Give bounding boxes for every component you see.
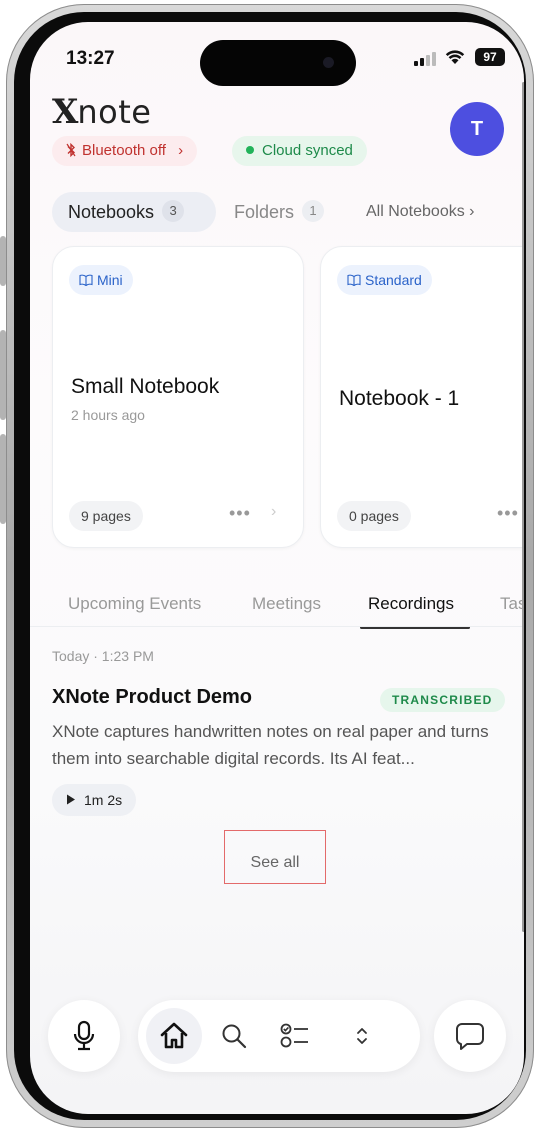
play-icon xyxy=(67,794,75,805)
tab-meetings[interactable]: Meetings xyxy=(252,584,321,624)
cloud-sync-pill: Cloud synced xyxy=(232,136,367,166)
home-button[interactable] xyxy=(146,1008,202,1064)
notebook-type-tag: Standard xyxy=(337,265,432,295)
bluetooth-status-pill[interactable]: Bluetooth off › xyxy=(52,136,198,166)
app-logo: Xnote xyxy=(52,92,152,132)
mic-button[interactable] xyxy=(48,1000,120,1072)
divider xyxy=(30,626,524,627)
sync-dot-icon xyxy=(246,146,254,155)
transcribed-badge: TRANSCRIBED xyxy=(380,688,505,712)
recording-description: XNote captures handwritten notes on real… xyxy=(52,722,489,768)
status-bar: 13:27 97 xyxy=(30,22,524,86)
notebook-title: Small Notebook xyxy=(71,375,220,398)
cloud-sync-label: Cloud synced xyxy=(262,142,353,159)
book-icon xyxy=(79,274,93,287)
scrollbar[interactable] xyxy=(522,82,524,932)
tab-upcoming-events[interactable]: Upcoming Events xyxy=(68,584,201,624)
tab-notebooks[interactable]: Notebooks 3 xyxy=(52,192,216,232)
all-notebooks-link[interactable]: All Notebooks › xyxy=(366,192,475,232)
notebook-page-count: 9 pages xyxy=(69,501,143,531)
play-duration-button[interactable]: 1m 2s xyxy=(52,784,137,816)
side-button xyxy=(0,330,6,420)
tab-folders-label: Folders xyxy=(234,202,295,222)
side-button xyxy=(0,236,6,286)
chat-button[interactable] xyxy=(434,1000,506,1072)
home-icon xyxy=(160,1022,188,1049)
recording-timestamp: Today · 1:23 PM xyxy=(52,648,154,664)
notebook-tabs: Notebooks 3 Folders 1 All Notebooks › xyxy=(52,192,524,232)
bluetooth-off-icon xyxy=(66,142,76,158)
bottom-nav xyxy=(30,990,524,1080)
notebook-type-label: Mini xyxy=(97,272,123,288)
recording-duration: 1m 2s xyxy=(84,792,123,808)
bluetooth-status-label: Bluetooth off xyxy=(82,142,166,159)
mic-icon xyxy=(73,1020,95,1051)
tab-folders[interactable]: Folders 1 xyxy=(234,192,325,232)
recording-title[interactable]: XNote Product Demo xyxy=(52,686,252,709)
notebook-updated: 2 hours ago xyxy=(71,407,145,423)
notebook-card[interactable]: Mini Small Notebook 2 hours ago 9 pages … xyxy=(52,246,304,548)
notebooks-count: 3 xyxy=(162,200,185,223)
chevron-right-icon: › xyxy=(178,142,184,159)
camera-dot xyxy=(323,57,334,68)
dynamic-island xyxy=(200,40,356,86)
book-icon xyxy=(347,274,361,287)
see-all-button[interactable]: See all xyxy=(224,830,326,884)
battery-indicator: 97 xyxy=(475,48,505,66)
folders-count: 1 xyxy=(302,200,325,223)
more-icon[interactable]: ••• xyxy=(229,503,251,524)
notebook-card[interactable]: Standard Notebook - 1 0 pages ••• xyxy=(320,246,524,548)
side-button xyxy=(0,434,6,524)
chevron-updown-icon[interactable] xyxy=(354,1026,370,1046)
notebook-type-tag: Mini xyxy=(69,265,133,295)
tab-tasks[interactable]: Tas xyxy=(500,584,524,624)
app-screen: 13:27 97 Xnote T Bluetooth off › Cloud s… xyxy=(30,22,524,1114)
wifi-icon xyxy=(445,50,465,64)
chat-icon xyxy=(456,1023,484,1050)
search-icon[interactable] xyxy=(220,1022,248,1050)
section-tabs: Upcoming Events Meetings Recordings Tas xyxy=(52,584,524,632)
nav-bar xyxy=(138,1000,420,1072)
notebook-page-count: 0 pages xyxy=(337,501,411,531)
cell-signal-icon xyxy=(414,52,440,66)
tab-recordings[interactable]: Recordings xyxy=(368,584,454,624)
tab-notebooks-label: Notebooks xyxy=(68,202,155,222)
more-icon[interactable]: ••• xyxy=(497,503,519,524)
user-avatar[interactable]: T xyxy=(450,102,504,156)
checklist-icon[interactable] xyxy=(280,1022,310,1050)
notebook-type-label: Standard xyxy=(365,272,422,288)
notebook-title: Notebook - 1 xyxy=(339,387,460,410)
status-time: 13:27 xyxy=(66,48,115,69)
chevron-right-icon[interactable]: › xyxy=(271,503,276,521)
